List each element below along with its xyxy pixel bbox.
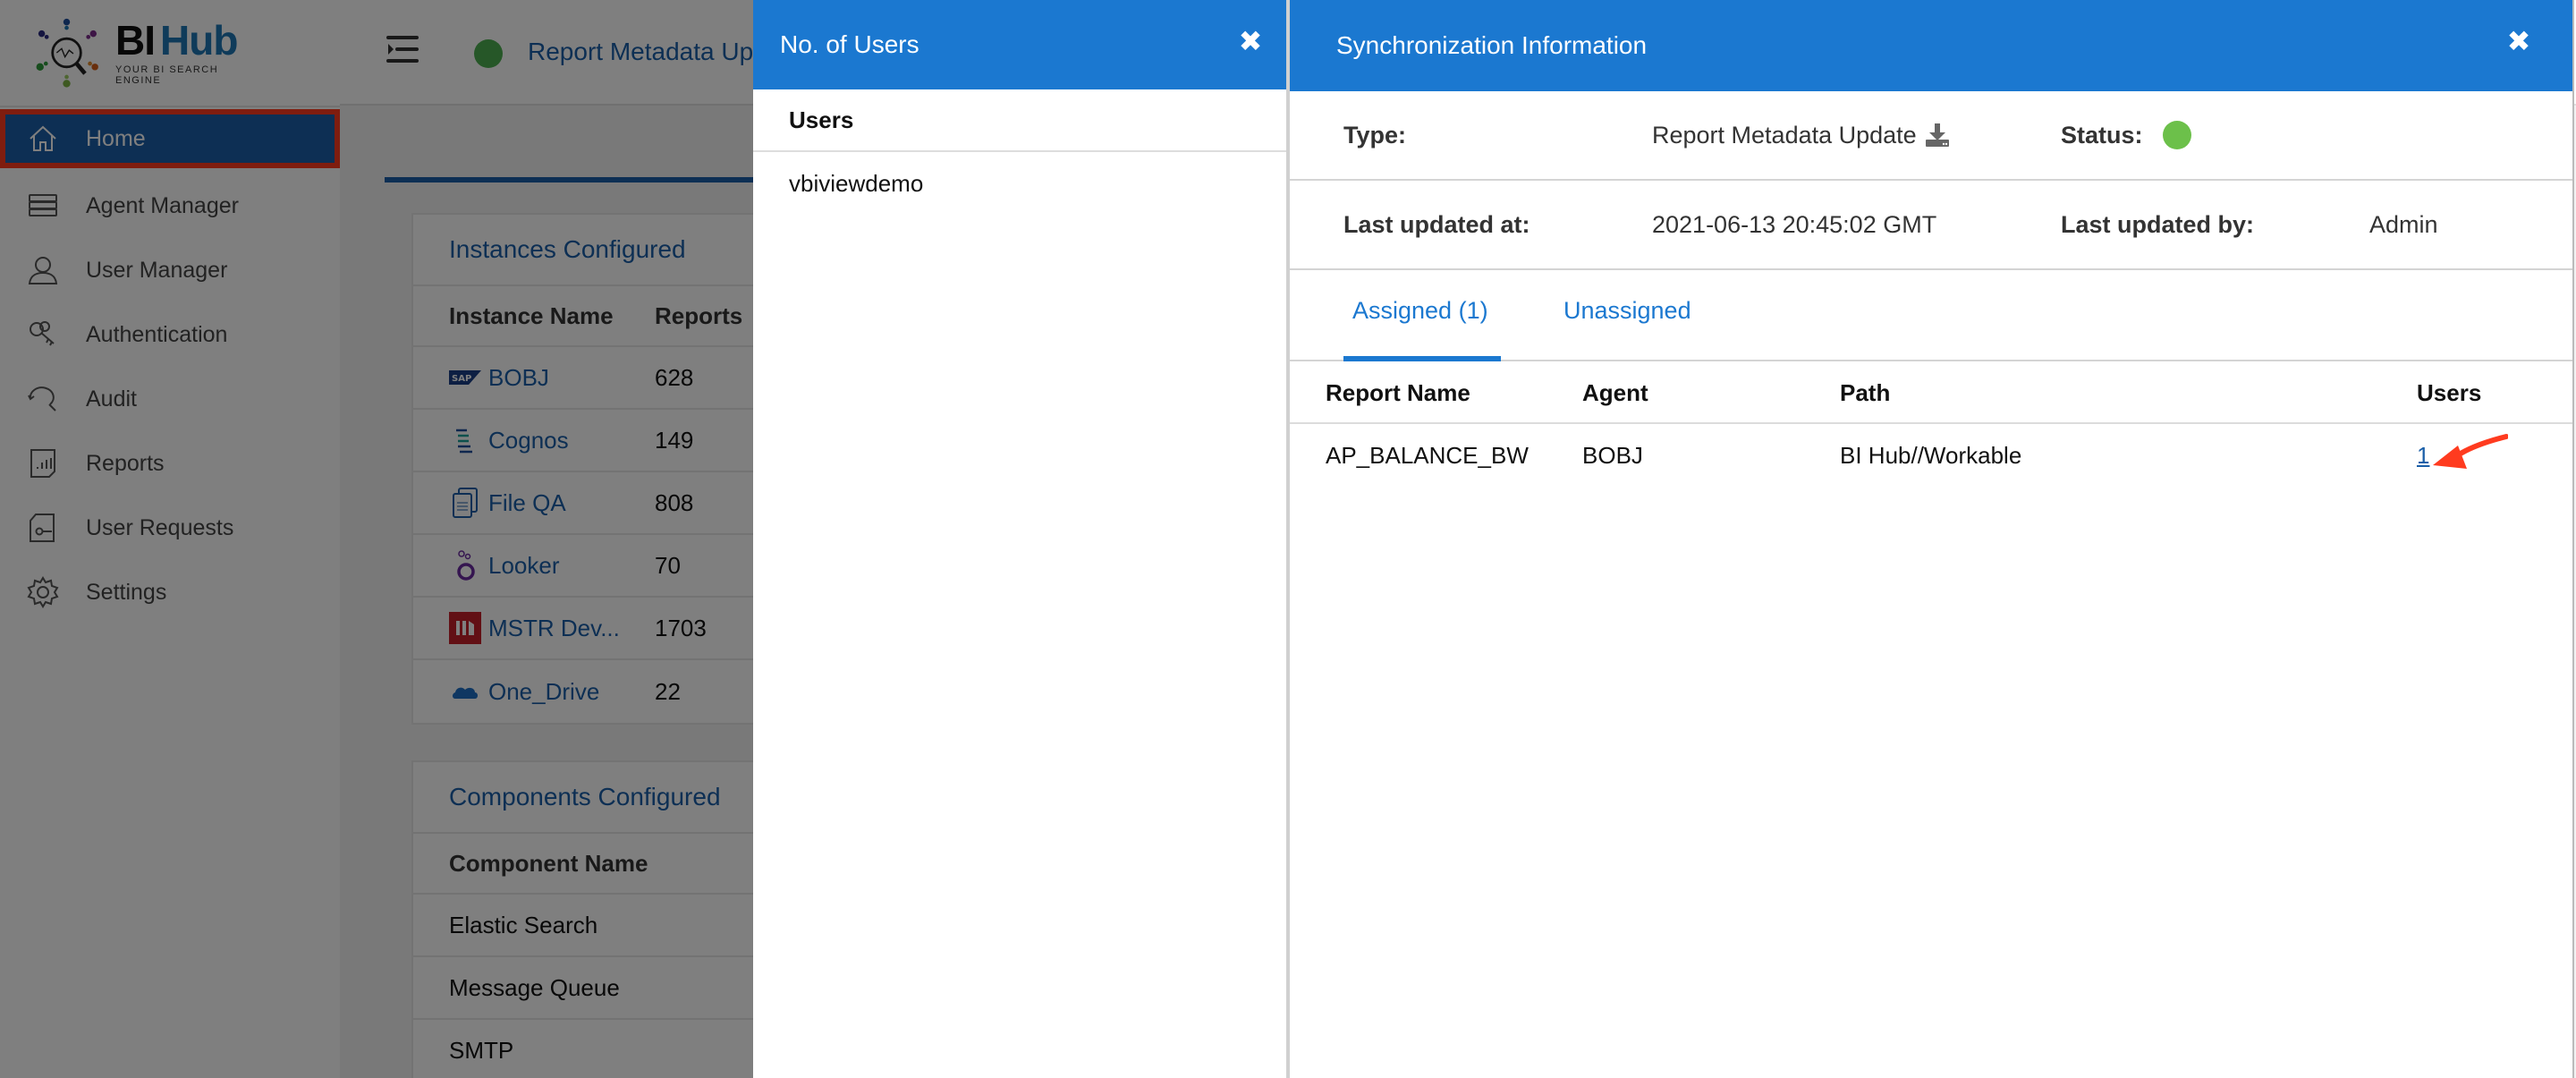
tab-unassigned[interactable]: Unassigned: [1563, 297, 1691, 325]
sync-panel-header: Synchronization Information ✖: [1290, 0, 2572, 91]
users-panel-title: No. of Users: [780, 30, 919, 58]
updated-row: Last updated at: 2021-06-13 20:45:02 GMT…: [1290, 181, 2572, 270]
updated-at-value: 2021-06-13 20:45:02 GMT: [1652, 210, 1937, 238]
column-header: Path: [1840, 379, 1891, 406]
status-label: Status:: [2061, 121, 2143, 149]
updated-by-label: Last updated by:: [2061, 210, 2255, 238]
updated-by-value: Admin: [2369, 210, 2438, 238]
download-icon[interactable]: [1924, 122, 1951, 149]
users-column-header: Users: [753, 89, 1286, 152]
annotation-arrow-icon: [2433, 434, 2508, 469]
users-panel: No. of Users ✖ Users vbiviewdemo: [753, 0, 1286, 1078]
sync-info-panel: Synchronization Information ✖ Type: Repo…: [1290, 0, 2574, 1078]
path-cell: BI Hub//Workable: [1840, 442, 2022, 469]
close-icon[interactable]: ✖: [1234, 25, 1267, 57]
assignment-tabs: Assigned (1) Unassigned: [1290, 270, 2572, 361]
type-label: Type:: [1343, 121, 1407, 149]
type-status-row: Type: Report Metadata Update Status:: [1290, 91, 2572, 181]
close-icon[interactable]: ✖: [2503, 25, 2535, 57]
agent-cell: BOBJ: [1582, 442, 1643, 469]
users-panel-header: No. of Users ✖: [753, 0, 1286, 89]
reports-table-header: Report Name Agent Path Users: [1290, 361, 2572, 424]
list-item: vbiviewdemo: [789, 169, 924, 197]
column-header: Users: [2417, 379, 2482, 406]
column-header: Agent: [1582, 379, 1648, 406]
report-name-cell: AP_BALANCE_BW: [1326, 442, 1529, 469]
sync-panel-title: Synchronization Information: [1336, 31, 1648, 59]
table-row: AP_BALANCE_BW BOBJ BI Hub//Workable 1: [1290, 424, 2572, 487]
status-indicator: [2163, 121, 2191, 149]
type-value: Report Metadata Update: [1652, 121, 1917, 149]
updated-at-label: Last updated at:: [1343, 210, 1530, 238]
users-count-link[interactable]: 1: [2417, 442, 2429, 470]
status-indicator-wrap: [2163, 121, 2191, 149]
tab-assigned[interactable]: Assigned (1): [1352, 297, 1488, 325]
modal-backdrop[interactable]: [0, 0, 753, 1078]
type-value-wrap: Report Metadata Update: [1652, 122, 1951, 149]
column-header: Report Name: [1326, 379, 1470, 406]
